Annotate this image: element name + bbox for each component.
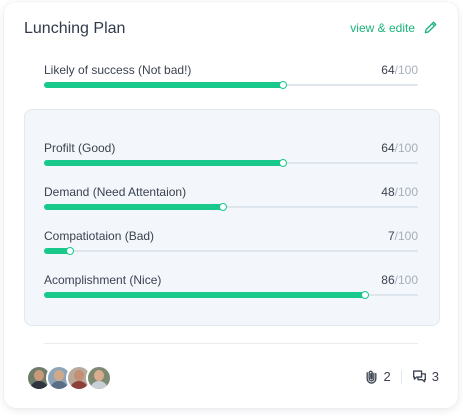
- metric-total: /100: [394, 141, 418, 155]
- progress-fill: [44, 292, 366, 298]
- metric-total: /100: [394, 229, 418, 243]
- activity-counts: 2 3: [364, 369, 439, 384]
- metric-total: /100: [394, 63, 418, 77]
- paperclip-icon: [366, 370, 376, 384]
- metric-label: Acomplishment (Nice): [44, 273, 162, 287]
- metric-score: 64/100: [381, 141, 418, 155]
- metric-row: Profilt (Good) 64/100: [44, 141, 418, 167]
- progress-track: [44, 80, 418, 89]
- progress-knob: [278, 80, 287, 89]
- metric-label: Profilt (Good): [44, 141, 116, 155]
- progress-fill: [44, 82, 284, 88]
- card-title: Lunching Plan: [24, 20, 126, 37]
- metric-value: 48: [381, 185, 395, 199]
- metric-score: 64/100: [381, 63, 418, 77]
- progress-knob: [361, 290, 370, 299]
- metric-score: 7/100: [388, 229, 418, 243]
- view-edit-link[interactable]: view & edite: [350, 20, 438, 35]
- counts-separator: [400, 369, 402, 384]
- metric-row: Compatiotaion (Bad) 7/100: [44, 229, 418, 255]
- metric-value: 7: [387, 229, 395, 243]
- progress-track: [44, 158, 418, 167]
- metric-label: Likely of success (Not bad!): [44, 63, 192, 77]
- progress-track: [44, 246, 418, 255]
- progress-knob: [278, 158, 287, 167]
- progress-track: [44, 202, 418, 211]
- progress-track: [44, 290, 418, 299]
- comments-count[interactable]: 3: [412, 369, 439, 384]
- comments-icon: [412, 370, 426, 383]
- progress-fill: [44, 204, 224, 210]
- metric-row: Acomplishment (Nice) 86/100: [44, 273, 418, 299]
- attachments-count[interactable]: 2: [364, 369, 391, 384]
- progress-fill: [44, 160, 284, 166]
- view-edit-label: view & edite: [350, 20, 415, 35]
- footer-divider: [44, 343, 418, 344]
- comments-count-value: 3: [431, 369, 439, 384]
- progress-knob: [65, 246, 74, 255]
- metric-value: 86: [381, 273, 395, 287]
- pencil-icon: [424, 21, 437, 34]
- metric-total: /100: [394, 273, 418, 287]
- metric-score: 86/100: [381, 273, 418, 287]
- member-avatars: [26, 365, 112, 391]
- metric-value: 64: [381, 63, 395, 77]
- metric-label: Compatiotaion (Bad): [44, 229, 155, 243]
- attachments-count-value: 2: [383, 369, 391, 384]
- metric-row: Demand (Need Attentaion) 48/100: [44, 185, 418, 211]
- progress-knob: [219, 202, 228, 211]
- avatar[interactable]: [86, 365, 112, 391]
- metric-total: /100: [394, 185, 418, 199]
- metric-score: 48/100: [381, 185, 418, 199]
- metric-value: 64: [381, 141, 395, 155]
- success-metric: Likely of success (Not bad!) 64/100: [44, 63, 418, 89]
- metric-label: Demand (Need Attentaion): [44, 185, 187, 199]
- launch-plan-card: Lunching Plan view & edite Likely of suc…: [4, 2, 458, 408]
